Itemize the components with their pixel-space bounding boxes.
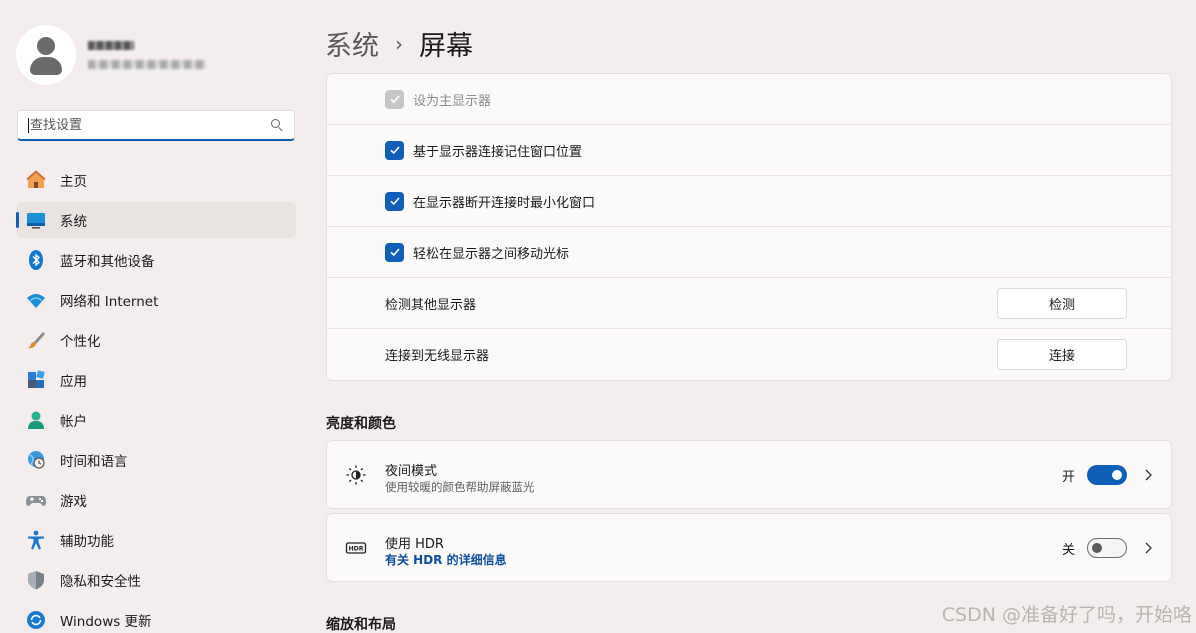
detect-displays-label: 检测其他显示器 [385,297,477,313]
shield-icon [25,569,47,591]
chevron-right-icon[interactable] [1141,468,1155,482]
search-icon[interactable] [270,118,284,132]
ease-cursor-label[interactable]: 轻松在显示器之间移动光标 [413,243,569,262]
sidebar-item-label: 隐私和安全性 [60,574,141,590]
sidebar-item-bluetooth[interactable]: 蓝牙和其他设备 [17,242,296,278]
avatar [16,25,76,85]
set-primary-checkbox [385,89,404,109]
watermark: CSDN @准备好了吗，开始咯 [941,604,1192,626]
ease-cursor-checkbox[interactable] [385,242,404,262]
sidebar-item-label: 个性化 [60,334,101,350]
breadcrumb-parent[interactable]: 系统 [325,24,379,63]
globe-clock-icon [25,449,47,471]
profile-info [88,41,206,69]
search-box[interactable] [17,110,295,141]
sidebar-item-label: 辅助功能 [60,534,114,550]
minimize-on-disconnect-label[interactable]: 在显示器断开连接时最小化窗口 [413,192,595,211]
sidebar-item-windows-update[interactable]: Windows 更新 [17,602,296,633]
detect-button[interactable]: 检测 [997,288,1127,319]
sidebar-item-label: Windows 更新 [60,614,152,630]
night-light-title: 夜间模式 [385,464,438,479]
set-primary-row: 设为主显示器 [327,74,1171,125]
sidebar-item-label: 帐户 [60,414,87,430]
checkmark-icon [389,146,400,155]
account-icon [25,409,47,431]
home-icon [25,169,47,191]
sidebar-item-system[interactable]: 系统 [16,202,296,238]
night-light-subtitle: 使用较暖的颜色帮助屏蔽蓝光 [385,480,535,494]
update-icon [25,609,47,631]
connect-button[interactable]: 连接 [997,339,1127,370]
sidebar-item-label: 蓝牙和其他设备 [60,254,155,270]
sidebar-item-label: 时间和语言 [60,454,128,470]
profile-email-blurred [88,60,206,69]
hdr-icon: HDR [345,542,367,554]
hdr-info-link[interactable]: 有关 HDR 的详细信息 [385,551,507,568]
set-primary-label: 设为主显示器 [413,93,492,109]
sidebar-item-personalization[interactable]: 个性化 [17,322,296,358]
system-icon [25,209,47,231]
gamepad-icon [25,489,47,511]
bluetooth-icon [25,249,47,271]
wifi-icon [25,289,47,311]
profile-name-blurred [88,41,134,50]
checkmark-icon [389,197,400,206]
text-caret [28,117,29,133]
accessibility-icon [25,529,47,551]
remember-positions-row: 基于显示器连接记住窗口位置 [327,125,1171,176]
hdr-card[interactable]: HDR 使用 HDR 有关 HDR 的详细信息 关 [326,513,1172,582]
sidebar-item-label: 游戏 [60,494,87,510]
sidebar-item-privacy[interactable]: 隐私和安全性 [17,562,296,598]
breadcrumb: 系统 › 屏幕 [325,24,473,63]
multiple-displays-panel: 设为主显示器 基于显示器连接记住窗口位置 在显示器断开连接时最小化窗口 轻松在显… [326,73,1172,381]
night-light-card[interactable]: 夜间模式 使用较暖的颜色帮助屏蔽蓝光 开 [326,440,1172,509]
sidebar-item-label: 系统 [60,214,87,230]
ease-cursor-row: 轻松在显示器之间移动光标 [327,227,1171,278]
nav-list: 主页 系统 蓝牙和其他设备 网络和 Internet 个性化 应用 帐户 时间和… [16,162,296,633]
sidebar-item-accounts[interactable]: 帐户 [17,402,296,438]
wireless-display-row: 连接到无线显示器 连接 [327,329,1171,380]
apps-icon [25,369,47,391]
sidebar-item-label: 网络和 Internet [60,294,159,310]
brush-icon [25,329,47,351]
page-title: 屏幕 [419,31,473,62]
sidebar-item-home[interactable]: 主页 [17,162,296,198]
user-profile[interactable] [16,25,206,85]
layout-section-title: 缩放和布局 [326,617,396,633]
hdr-title: 使用 HDR [385,537,444,552]
sidebar-item-gaming[interactable]: 游戏 [17,482,296,518]
search-input[interactable] [30,117,270,133]
minimize-on-disconnect-row: 在显示器断开连接时最小化窗口 [327,176,1171,227]
detect-displays-row: 检测其他显示器 检测 [327,278,1171,329]
chevron-right-icon[interactable] [1141,541,1155,555]
remember-positions-checkbox[interactable] [385,140,404,160]
sidebar-item-label: 主页 [60,174,87,190]
svg-text:HDR: HDR [348,546,363,553]
sidebar-item-time-language[interactable]: 时间和语言 [17,442,296,478]
night-light-toggle[interactable] [1087,465,1127,485]
brightness-section-title: 亮度和颜色 [326,416,396,432]
sidebar-item-accessibility[interactable]: 辅助功能 [17,522,296,558]
wireless-display-label: 连接到无线显示器 [385,349,490,364]
sidebar: 主页 系统 蓝牙和其他设备 网络和 Internet 个性化 [0,0,310,633]
breadcrumb-separator: › [395,31,403,56]
brightness-icon [346,465,366,485]
hdr-toggle[interactable] [1087,538,1127,558]
minimize-on-disconnect-checkbox[interactable] [385,191,404,211]
night-light-state-label: 开 [1061,470,1075,485]
checkmark-icon [389,95,400,104]
checkmark-icon [389,248,400,257]
hdr-state-label: 关 [1061,543,1075,558]
sidebar-item-apps[interactable]: 应用 [17,362,296,398]
sidebar-item-label: 应用 [60,374,87,390]
remember-positions-label[interactable]: 基于显示器连接记住窗口位置 [413,141,582,160]
sidebar-item-network[interactable]: 网络和 Internet [17,282,296,318]
